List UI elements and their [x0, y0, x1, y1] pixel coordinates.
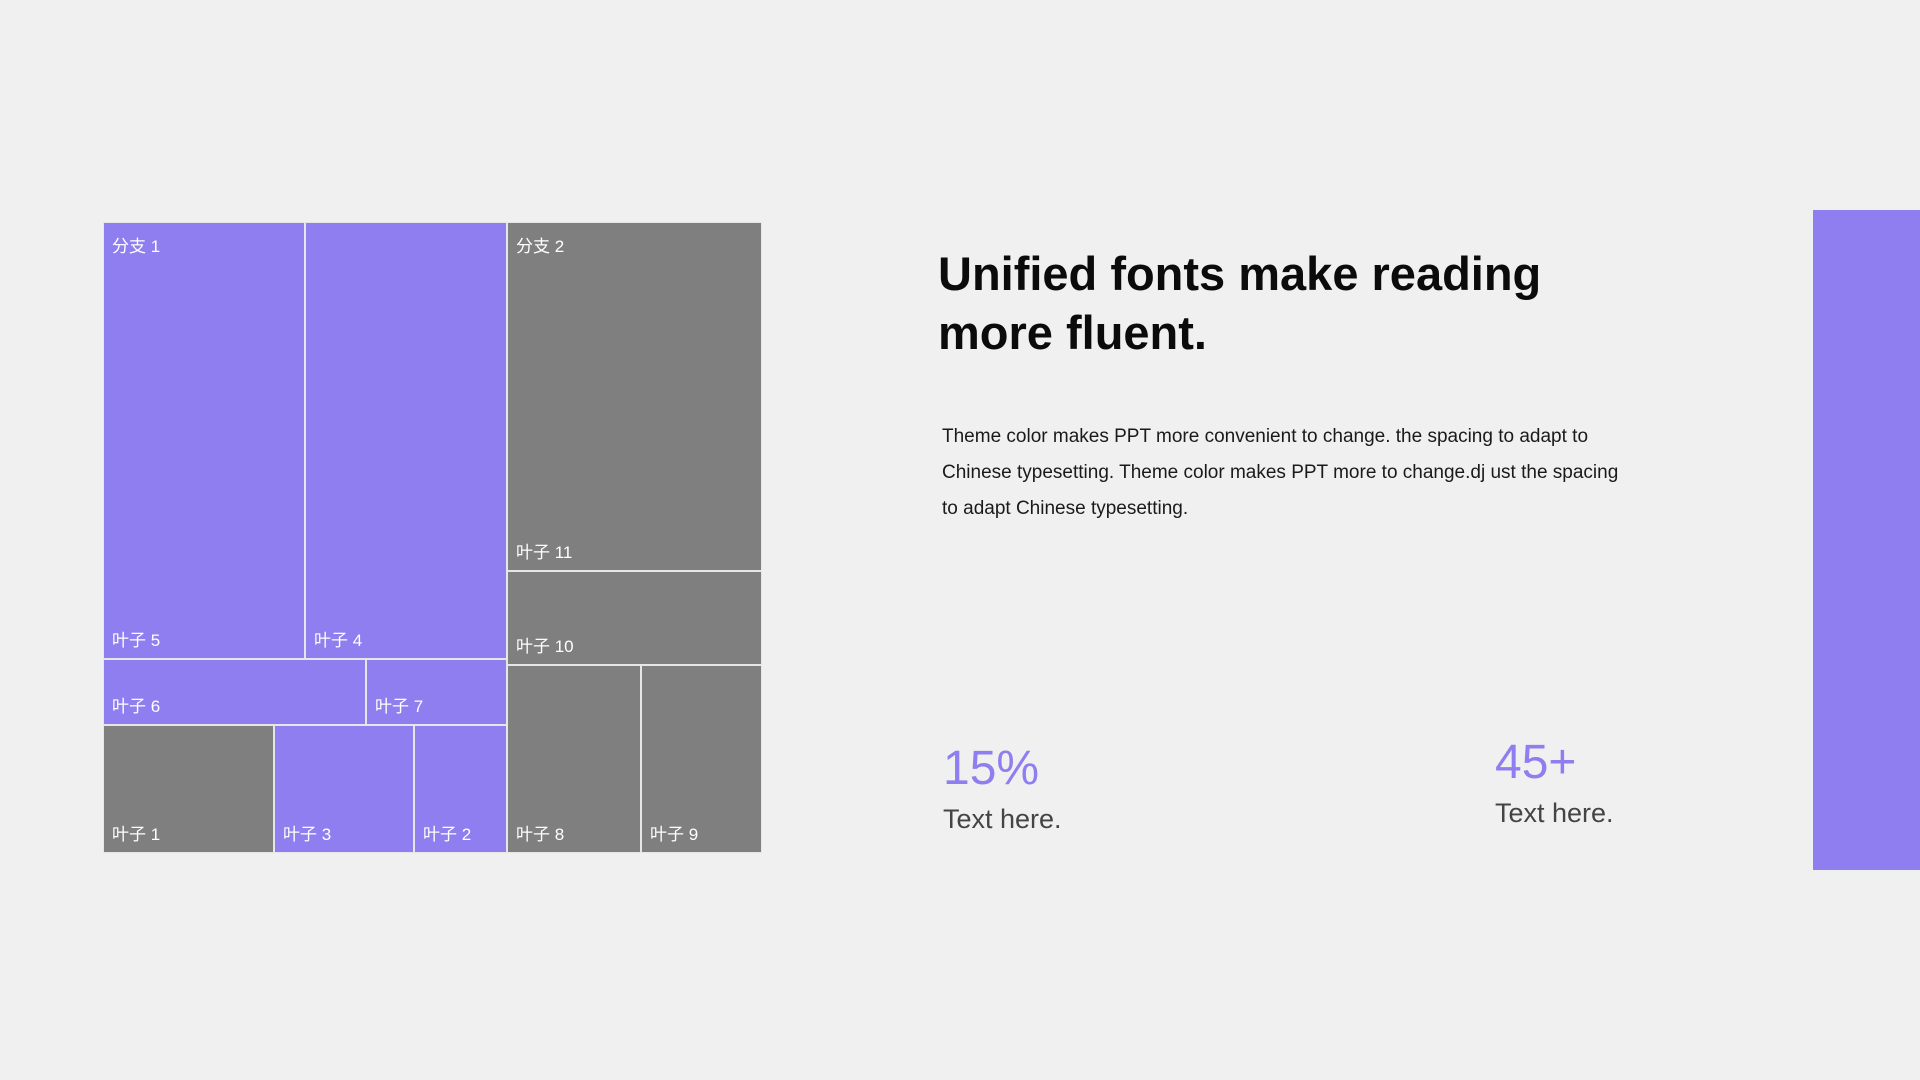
accent-bar [1813, 210, 1920, 870]
leaf-label-1: 叶子 1 [112, 825, 161, 844]
treemap-cell-leaf-4: 叶子 4 [305, 222, 507, 659]
body-paragraph: Theme color makes PPT more convenient to… [942, 426, 1619, 519]
treemap-cell-leaf-9: 叶子 9 [641, 665, 762, 853]
leaf-label-5: 叶子 5 [112, 631, 161, 650]
slide-title: Unified fonts make reading more fluent. [938, 244, 1638, 362]
stat-2-label: Text here. [1495, 798, 1614, 828]
title-line-1: Unified fonts make reading [938, 247, 1542, 300]
leaf-label-11: 叶子 11 [516, 543, 573, 562]
treemap-cell-leaf-10: 叶子 10 [507, 571, 762, 665]
leaf-label-6: 叶子 6 [112, 697, 161, 716]
title-line-2: more fluent. [938, 306, 1207, 359]
treemap-chart: 分支 1 叶子 5 叶子 4 叶子 6 叶子 7 叶子 1 叶子 3 叶子 2 … [103, 222, 762, 853]
stat-1: 15% Text here. [943, 741, 1062, 839]
leaf-label-2: 叶子 2 [423, 825, 472, 844]
leaf-label-3: 叶子 3 [283, 825, 332, 844]
leaf-label-7: 叶子 7 [375, 697, 424, 716]
leaf-label-8: 叶子 8 [516, 825, 565, 844]
stat-2: 45+ Text here. [1495, 735, 1614, 833]
treemap-cell-leaf-6: 叶子 6 [103, 659, 366, 725]
treemap-cell-leaf-3: 叶子 3 [274, 725, 414, 853]
stat-2-value: 45+ [1495, 736, 1577, 789]
leaf-label-4: 叶子 4 [314, 631, 363, 650]
treemap-cell-leaf-1: 叶子 1 [103, 725, 274, 853]
branch-label-2: 分支 2 [516, 237, 565, 256]
treemap-cell-leaf-11: 分支 2 叶子 11 [507, 222, 762, 571]
treemap-cell-leaf-5: 分支 1 叶子 5 [103, 222, 305, 659]
stat-1-label: Text here. [943, 804, 1062, 834]
treemap-cell-leaf-8: 叶子 8 [507, 665, 641, 853]
leaf-label-10: 叶子 10 [516, 637, 574, 656]
treemap-cell-leaf-2: 叶子 2 [414, 725, 507, 853]
branch-label-1: 分支 1 [112, 237, 161, 256]
leaf-label-9: 叶子 9 [650, 825, 699, 844]
slide: 分支 1 叶子 5 叶子 4 叶子 6 叶子 7 叶子 1 叶子 3 叶子 2 … [0, 0, 1920, 1080]
treemap-cell-leaf-7: 叶子 7 [366, 659, 507, 725]
stat-1-value: 15% [943, 742, 1040, 795]
